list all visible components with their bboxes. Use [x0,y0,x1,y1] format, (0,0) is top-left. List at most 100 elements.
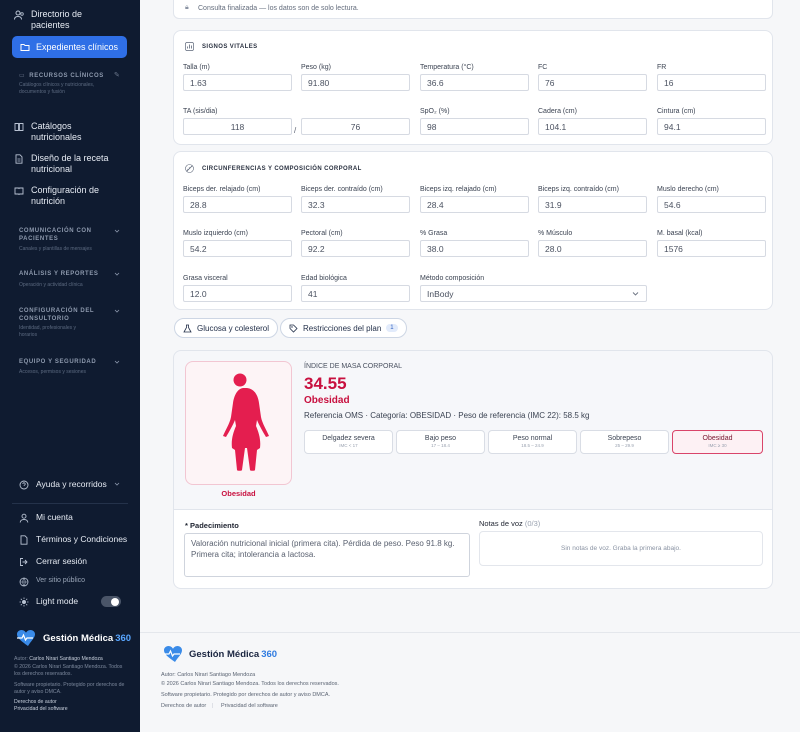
voice-notes-empty: Sin notas de voz. Graba la primera abajo… [479,531,763,566]
field-input[interactable]: 12.0 [183,285,292,302]
vitals-card: SIGNOS VITALES Talla (m) 1.63 Peso (kg) 91… [173,30,773,145]
basal-metabolism-field: M. basal (kcal) 1576 [657,230,766,257]
field-label: Peso (kg) [301,64,331,71]
count-badge: 1 [386,324,398,332]
tag-icon [289,324,298,333]
light-mode-toggle[interactable] [101,596,121,607]
bmi-category-normal: Peso normal 18.5 – 24.9 [488,430,577,454]
sidebar-item-label: Light mode [36,596,79,606]
composition-method-select[interactable]: InBody [420,285,647,302]
users-icon [14,10,24,20]
condition-label-text: Padecimiento [190,521,239,530]
card-title: SIGNOS VITALES [202,44,258,50]
bmi-panel: Obesidad ÍNDICE DE MASA CORPORAL 34.55 O… [173,350,773,510]
field-input[interactable]: 1576 [657,240,766,257]
bmi-category-severe-thinness: Delgadez severa IMC < 17 [304,430,393,454]
sidebar-section-team-security[interactable]: EQUIPO Y SEGURIDAD [19,359,96,365]
pill-label: Glucosa y colesterol [197,323,270,333]
weight-input[interactable]: 91.80 [301,74,410,91]
bmi-category-obesity: Obesidad IMC ≥ 30 [672,430,763,454]
book-open-icon [14,187,24,196]
condition-textarea[interactable]: Valoración nutricional inicial (primera … [184,533,470,577]
footer-privacy-link[interactable]: Privacidad del software [221,702,278,710]
sidebar-item-clinical-records[interactable]: Expedientes clínicos [12,36,127,58]
sidebar-item-label: Cerrar sesión [36,556,88,566]
field-input[interactable]: 28.4 [420,196,529,213]
light-mode-row: Light mode [19,596,78,607]
voice-label-text: Notas de voz [479,519,523,528]
field-input[interactable]: 31.9 [538,196,647,213]
sidebar-section-resources[interactable]: ▭ RECURSOS CLÍNICOS [19,72,104,79]
diastolic-input[interactable]: 76 [301,118,410,135]
sidebar-item-patient-directory[interactable]: Directorio de pacientes [14,9,111,30]
temperature-input[interactable]: 36.6 [420,74,529,91]
right-thigh-field: Muslo derecho (cm) 54.6 [657,186,766,213]
left-thigh-field: Muslo izquierdo (cm) 54.2 [183,230,292,257]
hip-field: Cadera (cm) 104.1 [538,108,647,135]
chevron-down-icon[interactable] [114,308,120,314]
notes-card: * Padecimiento Valoración nutricional in… [173,509,773,589]
chevron-down-icon[interactable] [114,359,120,365]
page-footer: Gestión Médica 360 Autor: Carlos Nirari … [140,632,800,732]
sidebar-item-nutrition-catalogs[interactable]: Catálogos nutricionales [14,121,111,142]
category-label: Bajo peso [424,435,457,442]
sidebar-item-terms[interactable]: Términos y Condiciones [19,534,127,545]
heart-rate-input[interactable]: 76 [538,74,647,91]
figure-caption: Obesidad [221,489,256,498]
sidebar-section-analytics[interactable]: ANÁLISIS Y REPORTES [19,271,99,277]
brand-number: 360 [115,632,132,644]
bmi-value: 34.55 [304,374,347,393]
tape-measure-icon [185,164,194,173]
field-label: Grasa visceral [183,275,228,282]
field-label: Método composición [420,275,485,282]
biceps-left-relaxed-field: Biceps izq. relajado (cm) 28.4 [420,186,529,213]
glucose-cholesterol-button[interactable]: Glucosa y colesterol [174,318,279,338]
footer-copyright-link[interactable]: Derechos de autor [161,702,206,710]
height-input[interactable]: 1.63 [183,74,292,91]
field-label: Talla (m) [183,64,210,71]
field-label: Pectoral (cm) [301,230,343,237]
sidebar-section-communication[interactable]: COMUNICACIÓN CON PACIENTES [19,227,107,243]
license: Software propietario. Protegido por dere… [14,681,125,696]
sidebar-item-label: Términos y Condiciones [36,534,128,544]
pill-label: Restricciones del plan [303,323,382,333]
heart-logo-icon [164,646,182,662]
globe-icon [19,577,29,587]
sidebar-item-account[interactable]: Mi cuenta [19,512,73,523]
sidebar-item-public-site[interactable]: Ver sitio público [19,576,85,587]
chevron-down-icon[interactable] [114,271,120,277]
sidebar-item-logout[interactable]: Cerrar sesión [19,556,87,567]
field-label [301,108,410,115]
sidebar-item-recipe-design[interactable]: Diseño de la receta nutricional [14,153,111,174]
field-input[interactable]: 28.8 [183,196,292,213]
resp-rate-input[interactable]: 16 [657,74,766,91]
field-label: Cadera (cm) [538,108,577,115]
footer-divider [140,632,800,633]
pin-icon[interactable]: ✎ [114,71,120,79]
plan-restrictions-button[interactable]: Restricciones del plan 1 [280,318,407,338]
field-input[interactable]: 41 [301,285,410,302]
privacy-link[interactable]: Privacidad del software [14,706,129,714]
field-input[interactable]: 32.3 [301,196,410,213]
sidebar-section-office-config[interactable]: CONFIGURACIÓN DEL CONSULTORIO [19,307,107,323]
sidebar-item-help[interactable]: Ayuda y recorridos [19,479,107,490]
condition-label: * Padecimiento [185,521,239,530]
fat-percent-field: % Grasa 38.0 [420,230,529,257]
sidebar-item-nutrition-config[interactable]: Configuración de nutrición [14,185,111,206]
chevron-down-icon[interactable] [114,228,120,234]
field-input[interactable]: 54.2 [183,240,292,257]
copyright-link[interactable]: Derechos de autor [14,699,129,707]
sidebar-item-label: Directorio de pacientes [31,9,83,30]
hip-input[interactable]: 104.1 [538,118,647,135]
field-input[interactable]: 54.6 [657,196,766,213]
systolic-input[interactable]: 118 [183,118,292,135]
book-icon [14,123,24,131]
field-input[interactable]: 28.0 [538,240,647,257]
document-icon [15,154,23,164]
chevron-down-icon[interactable] [114,481,120,487]
field-input[interactable]: 92.2 [301,240,410,257]
waist-input[interactable]: 94.1 [657,118,766,135]
field-input[interactable]: 38.0 [420,240,529,257]
field-label: TA (sis/dia) [183,108,218,115]
spo2-input[interactable]: 98 [420,118,529,135]
